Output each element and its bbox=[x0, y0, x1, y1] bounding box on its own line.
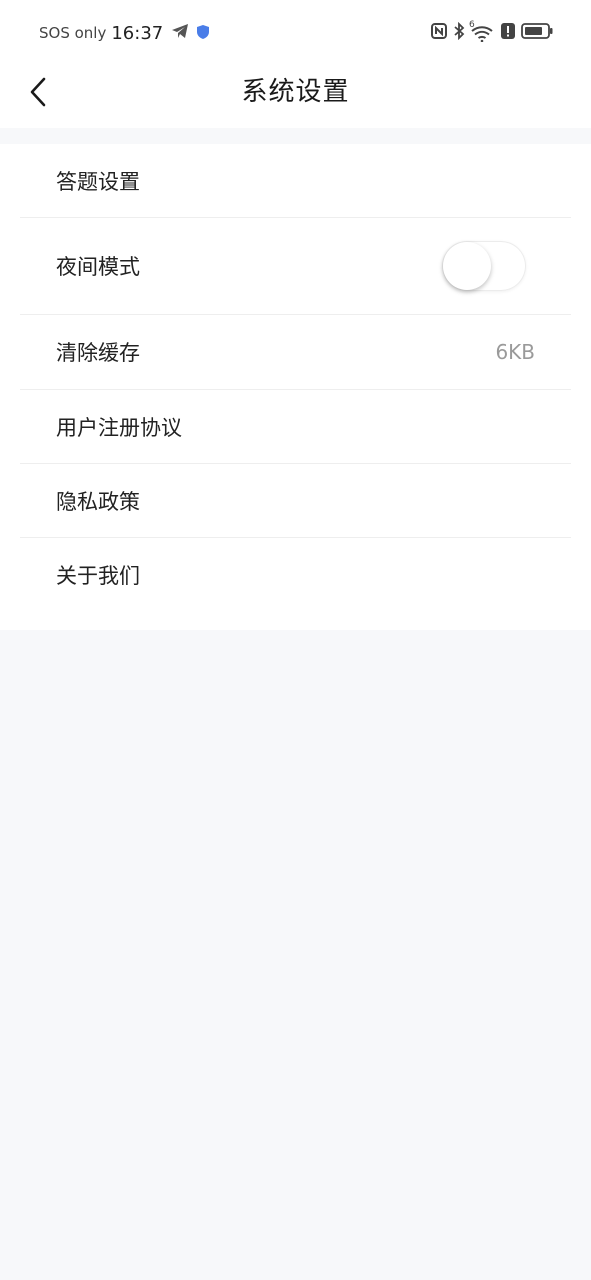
setting-item-night-mode: 夜间模式 bbox=[20, 218, 571, 315]
top-area: SOS only 16:37 6 系统设置 bbox=[0, 0, 591, 128]
setting-item-answer-settings[interactable]: 答题设置 bbox=[20, 144, 571, 218]
setting-label: 关于我们 bbox=[56, 564, 140, 588]
status-bar: SOS only 16:37 6 bbox=[0, 0, 591, 66]
settings-screen: SOS only 16:37 6 系统设置 答题设置 夜间模式 清除缓存 6KB… bbox=[0, 0, 591, 1280]
setting-label: 夜间模式 bbox=[56, 255, 140, 279]
bluetooth-icon bbox=[453, 21, 465, 44]
status-bar-right: 6 bbox=[431, 20, 553, 46]
settings-list: 答题设置 夜间模式 清除缓存 6KB 用户注册协议 隐私政策 关于我们 bbox=[0, 144, 591, 630]
nav-header: 系统设置 bbox=[0, 66, 591, 120]
setting-item-user-agreement[interactable]: 用户注册协议 bbox=[20, 390, 571, 464]
cache-size-value: 6KB bbox=[495, 340, 535, 364]
battery-icon bbox=[521, 23, 553, 43]
setting-label: 清除缓存 bbox=[56, 341, 140, 365]
nfc-icon bbox=[431, 23, 447, 43]
setting-item-privacy-policy[interactable]: 隐私政策 bbox=[20, 464, 571, 538]
telegram-icon bbox=[171, 23, 189, 43]
wifi-badge: 6 bbox=[469, 20, 475, 30]
alert-icon bbox=[501, 23, 515, 43]
setting-label: 隐私政策 bbox=[56, 489, 140, 514]
status-bar-left: SOS only 16:37 bbox=[39, 20, 217, 46]
toggle-knob bbox=[443, 242, 491, 290]
clock: 16:37 bbox=[111, 22, 164, 44]
setting-item-clear-cache[interactable]: 清除缓存 6KB bbox=[20, 315, 571, 390]
wifi-6-icon: 6 bbox=[469, 20, 495, 42]
sos-text: SOS only bbox=[39, 24, 107, 42]
setting-label: 答题设置 bbox=[56, 169, 140, 194]
page-title: 系统设置 bbox=[241, 77, 350, 107]
setting-label: 用户注册协议 bbox=[56, 415, 182, 440]
night-mode-toggle[interactable] bbox=[442, 241, 526, 291]
shield-icon bbox=[197, 24, 210, 43]
setting-item-about-us[interactable]: 关于我们 bbox=[20, 538, 571, 612]
